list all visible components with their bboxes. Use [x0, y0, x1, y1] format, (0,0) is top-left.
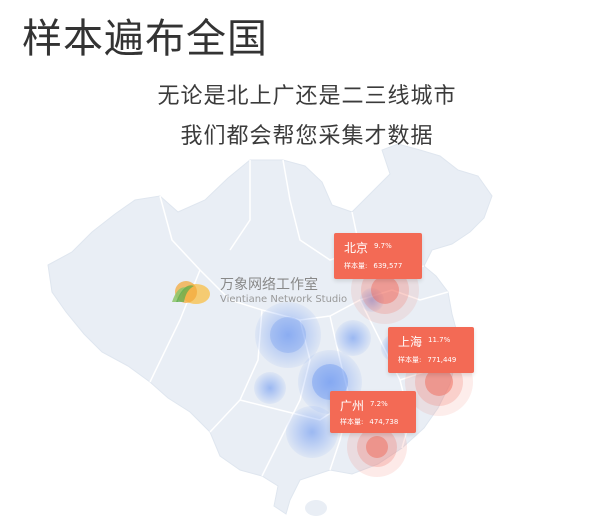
blue-bubble	[254, 372, 286, 404]
callout-percent: 9.7%	[374, 242, 392, 250]
callout-shanghai: 上海 11.7% 样本量: 771,449	[388, 327, 474, 373]
sample-value: 771,449	[427, 356, 457, 364]
cloud-logo-icon	[172, 281, 210, 304]
callout-percent: 11.7%	[428, 336, 451, 344]
callout-city: 上海	[398, 335, 423, 349]
callout-city: 广州	[340, 399, 365, 413]
callout-sample: 样本量: 771,449	[398, 355, 456, 365]
page-subtitle-line-1: 无论是北上广还是二三线城市	[157, 84, 457, 109]
sample-label: 样本量:	[340, 418, 364, 426]
blue-bubble	[270, 317, 306, 353]
page-subtitle-line-2: 我们都会帮您采集才数据	[180, 124, 434, 149]
callout-sample: 样本量: 474,738	[340, 417, 398, 427]
callout-beijing: 北京 9.7% 样本量: 639,577	[334, 233, 422, 279]
watermark-name-en: Vientiane Network Studio	[220, 294, 348, 305]
sample-value: 639,577	[373, 262, 403, 270]
sample-value: 474,738	[369, 418, 399, 426]
watermark-name-cn: 万象网络工作室	[220, 277, 318, 293]
hainan-island	[305, 500, 327, 516]
sample-label: 样本量:	[344, 262, 368, 270]
callout-city: 北京	[344, 241, 369, 255]
callout-sample: 样本量: 639,577	[344, 261, 402, 271]
blue-bubble	[335, 320, 371, 356]
page-title: 样本遍布全国	[22, 16, 268, 62]
callout-guangzhou: 广州 7.2% 样本量: 474,738	[330, 391, 416, 433]
sample-label: 样本量:	[398, 356, 422, 364]
callout-percent: 7.2%	[370, 400, 388, 408]
studio-watermark: 万象网络工作室 Vientiane Network Studio	[168, 274, 368, 314]
